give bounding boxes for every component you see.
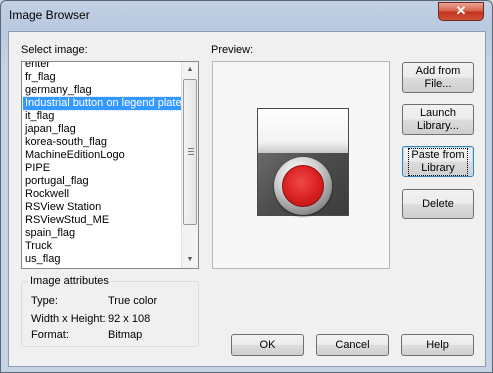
ok-button[interactable]: OK bbox=[231, 334, 304, 356]
list-item[interactable]: RSViewStud_ME bbox=[23, 214, 182, 227]
ok-label: OK bbox=[259, 338, 276, 351]
close-icon: ✕ bbox=[455, 3, 467, 18]
image-listbox[interactable]: enter fr_flag germany_flag Industrial butto… bbox=[21, 61, 199, 269]
window-title: Image Browser bbox=[9, 8, 90, 22]
type-label: Type: bbox=[31, 295, 58, 307]
list-item[interactable]: fr_flag bbox=[23, 71, 182, 84]
list-item[interactable]: MachineEditionLogo bbox=[23, 149, 182, 162]
list-item[interactable]: RSView Station bbox=[23, 201, 182, 214]
type-value: True color bbox=[108, 295, 158, 307]
legend-plate bbox=[258, 109, 348, 153]
scroll-down-button[interactable]: ▼ bbox=[182, 252, 198, 268]
launch-library-label-1: Launch bbox=[419, 106, 457, 119]
red-pushbutton bbox=[282, 165, 324, 207]
select-image-label: Select image: bbox=[21, 44, 88, 56]
preview-pane bbox=[212, 61, 390, 269]
scroll-thumb[interactable] bbox=[183, 79, 197, 225]
image-attributes-group: Image attributes Type: True color Width … bbox=[21, 275, 199, 347]
list-item[interactable]: PIPE bbox=[23, 162, 182, 175]
help-label: Help bbox=[426, 338, 449, 351]
help-button[interactable]: Help bbox=[401, 334, 474, 356]
delete-button[interactable]: Delete bbox=[402, 189, 474, 219]
format-value: Bitmap bbox=[108, 329, 143, 341]
list-item[interactable]: it_flag bbox=[23, 110, 182, 123]
add-from-file-button[interactable]: Add from File... bbox=[402, 62, 474, 93]
grip-icon bbox=[188, 148, 194, 155]
image-attributes-legend: Image attributes bbox=[28, 275, 111, 287]
dimensions-value: 92 x 108 bbox=[108, 313, 151, 325]
button-bezel bbox=[274, 157, 332, 215]
close-button[interactable]: ✕ bbox=[438, 2, 484, 21]
image-list: enter fr_flag germany_flag Industrial butto… bbox=[22, 62, 183, 266]
preview-image bbox=[257, 108, 349, 216]
list-item[interactable]: portugal_flag bbox=[23, 175, 182, 188]
chevron-up-icon: ▲ bbox=[186, 66, 194, 73]
list-item[interactable]: spain_flag bbox=[23, 227, 182, 240]
list-item[interactable]: Rockwell bbox=[23, 188, 182, 201]
paste-from-library-label-1: Paste from bbox=[411, 148, 465, 161]
button-plate bbox=[258, 153, 348, 215]
list-item[interactable]: korea-south_flag bbox=[23, 136, 182, 149]
launch-library-button[interactable]: Launch Library... bbox=[402, 104, 474, 135]
list-item[interactable]: enter bbox=[23, 62, 182, 71]
list-item[interactable]: japan_flag bbox=[23, 123, 182, 136]
format-label: Format: bbox=[31, 329, 69, 341]
list-item[interactable]: germany_flag bbox=[23, 84, 182, 97]
paste-from-library-label-2: Library bbox=[421, 161, 455, 174]
delete-label: Delete bbox=[422, 197, 454, 210]
list-item[interactable]: Industrial button on legend plate bbox=[22, 96, 183, 111]
dimensions-label: Width x Height: bbox=[31, 313, 106, 325]
list-item[interactable]: us_flag bbox=[23, 253, 182, 266]
launch-library-label-2: Library... bbox=[417, 119, 459, 132]
image-browser-window: Image Browser ✕ Select image: Preview: e… bbox=[0, 0, 493, 373]
scroll-up-button[interactable]: ▲ bbox=[182, 62, 198, 78]
paste-from-library-button[interactable]: Paste from Library bbox=[402, 146, 474, 177]
cancel-label: Cancel bbox=[335, 338, 370, 351]
preview-label: Preview: bbox=[211, 44, 254, 56]
title-bar[interactable]: Image Browser ✕ bbox=[1, 1, 492, 31]
dialog-client-area: Select image: Preview: enter fr_flag germa… bbox=[8, 31, 486, 367]
chevron-down-icon: ▼ bbox=[186, 256, 194, 263]
list-item[interactable]: Truck bbox=[23, 240, 182, 253]
cancel-button[interactable]: Cancel bbox=[316, 334, 389, 356]
vertical-scrollbar[interactable]: ▲ ▼ bbox=[181, 62, 198, 268]
add-from-file-label-2: File... bbox=[424, 77, 452, 90]
add-from-file-label-1: Add from bbox=[415, 64, 461, 77]
